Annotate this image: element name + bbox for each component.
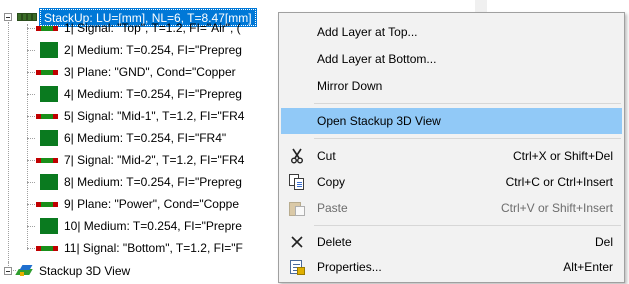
layer-node[interactable]: 10| Medium: T=0.254, FI="Prepre	[34, 216, 242, 236]
stackup-3d-view-label: Stackup 3D View	[39, 264, 131, 278]
properties-icon	[281, 254, 313, 280]
menu-separator	[314, 138, 621, 139]
scissors-icon	[281, 143, 313, 169]
menu-separator	[314, 225, 621, 226]
menu-item-copy[interactable]: Copy Ctrl+C or Ctrl+Insert	[281, 169, 622, 195]
layer-label: 6| Medium: T=0.254, FI="FR4"	[64, 131, 227, 145]
stackup-3d-view-node[interactable]: Stackup 3D View	[15, 262, 131, 280]
signal-layer-icon	[34, 195, 60, 213]
layer-node[interactable]: 2| Medium: T=0.254, FI="Prepreg	[34, 40, 242, 60]
medium-layer-icon	[34, 41, 60, 59]
layer-label: 7| Signal: "Mid-2", T=1.2, FI="FR4	[64, 153, 245, 167]
menu-shortcut: Ctrl+X or Shift+Del	[512, 149, 613, 163]
medium-layer-icon	[34, 217, 60, 235]
layer-label: 1| Signal: "Top", T=1.2, FI="Air", (	[64, 21, 241, 35]
signal-layer-icon	[34, 19, 60, 37]
menu-label: Delete	[317, 235, 352, 249]
layer-label: 9| Plane: "Power", Cond="Coppe	[64, 197, 240, 211]
expand-toggle[interactable]	[4, 267, 12, 275]
paste-icon	[281, 195, 313, 221]
delete-x-icon	[281, 229, 313, 255]
layer-node[interactable]: 3| Plane: "GND", Cond="Copper	[34, 62, 236, 82]
menu-item-paste: Paste Ctrl+V or Shift+Insert	[281, 195, 622, 221]
menu-item-add-layer-top[interactable]: Add Layer at Top...	[281, 19, 622, 45]
layer-label: 8| Medium: T=0.254, FI="Prepreg	[64, 175, 242, 189]
layer-node[interactable]: 1| Signal: "Top", T=1.2, FI="Air", (	[34, 18, 241, 38]
layer-label: 5| Signal: "Mid-1", T=1.2, FI="FR4	[64, 109, 245, 123]
menu-label: Mirror Down	[317, 79, 383, 93]
collapse-toggle[interactable]	[4, 13, 12, 21]
menu-item-open-stackup-3d-view[interactable]: Open Stackup 3D View	[281, 108, 622, 134]
menu-item-properties[interactable]: Properties... Alt+Enter	[281, 254, 622, 280]
menu-shortcut: Del	[594, 235, 613, 249]
layer-label: 4| Medium: T=0.254, FI="Prepreg	[64, 87, 242, 101]
copy-icon	[281, 169, 313, 195]
signal-layer-icon	[34, 239, 60, 257]
menu-item-cut[interactable]: Cut Ctrl+X or Shift+Del	[281, 143, 622, 169]
menu-label: Properties...	[317, 260, 382, 274]
medium-layer-icon	[34, 85, 60, 103]
layer-label: 3| Plane: "GND", Cond="Copper	[64, 65, 236, 79]
signal-layer-icon	[34, 107, 60, 125]
layer-label: 10| Medium: T=0.254, FI="Prepre	[64, 219, 242, 233]
menu-item-add-layer-bottom[interactable]: Add Layer at Bottom...	[281, 46, 622, 72]
menu-separator	[314, 103, 621, 104]
menu-label: Paste	[317, 201, 348, 215]
layer-node[interactable]: 9| Plane: "Power", Cond="Coppe	[34, 194, 239, 214]
menu-shortcut: Ctrl+V or Shift+Insert	[500, 201, 613, 215]
layer-label: 11| Signal: "Bottom", T=1.2, FI="F	[64, 241, 243, 255]
menu-label: Add Layer at Top...	[317, 25, 418, 39]
medium-layer-icon	[34, 173, 60, 191]
menu-label: Cut	[317, 149, 336, 163]
layer-node[interactable]: 6| Medium: T=0.254, FI="FR4"	[34, 128, 226, 148]
tree-connector	[8, 22, 9, 270]
layer-node[interactable]: 7| Signal: "Mid-2", T=1.2, FI="FR4	[34, 150, 244, 170]
layer-label: 2| Medium: T=0.254, FI="Prepreg	[64, 43, 242, 57]
menu-shortcut: Alt+Enter	[563, 260, 613, 274]
menu-label: Copy	[317, 175, 346, 189]
stackup-3d-view-icon	[15, 263, 34, 279]
context-menu: Add Layer at Top... Add Layer at Bottom.…	[278, 12, 625, 283]
layer-node[interactable]: 11| Signal: "Bottom", T=1.2, FI="F	[34, 238, 243, 258]
layer-node[interactable]: 5| Signal: "Mid-1", T=1.2, FI="FR4	[34, 106, 244, 126]
menu-label: Add Layer at Bottom...	[317, 52, 437, 66]
menu-label: Open Stackup 3D View	[317, 114, 441, 128]
menu-shortcut: Ctrl+C or Ctrl+Insert	[505, 175, 613, 189]
medium-layer-icon	[34, 129, 60, 147]
tree-connector	[27, 24, 28, 250]
layer-node[interactable]: 4| Medium: T=0.254, FI="Prepreg	[34, 84, 242, 104]
menu-item-delete[interactable]: Delete Del	[281, 229, 622, 255]
layer-node[interactable]: 8| Medium: T=0.254, FI="Prepreg	[34, 172, 242, 192]
menu-item-mirror-down[interactable]: Mirror Down	[281, 73, 622, 99]
signal-layer-icon	[34, 151, 60, 169]
signal-layer-icon	[34, 63, 60, 81]
